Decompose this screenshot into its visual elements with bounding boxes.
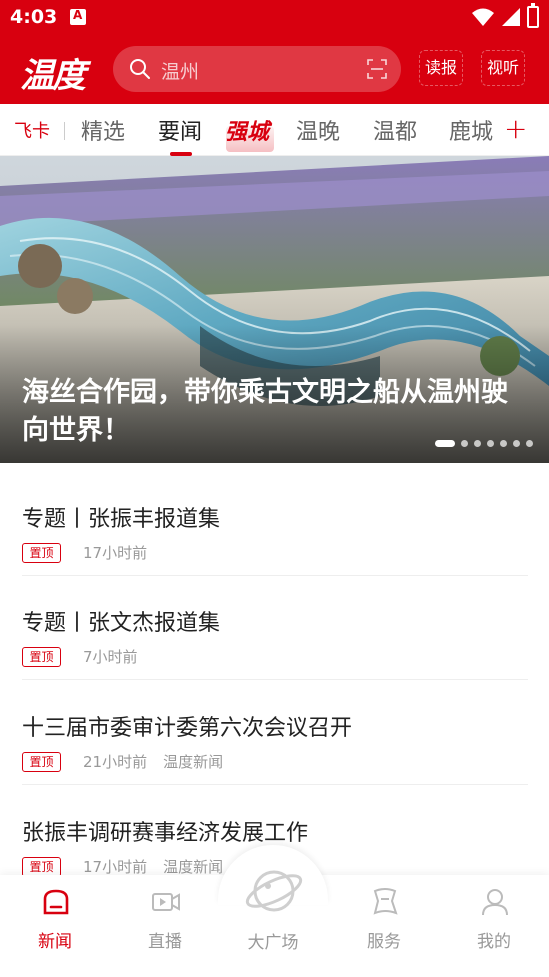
- planet-icon[interactable]: [243, 860, 305, 922]
- read-paper-button[interactable]: 读报: [419, 50, 463, 86]
- news-meta: 置顶 7小时前: [22, 646, 138, 667]
- pinned-badge: 置顶: [22, 751, 61, 772]
- news-item[interactable]: 专题丨张振丰报道集 置顶 17小时前: [22, 471, 528, 576]
- app-header: 温度 温州 读报 视听: [0, 36, 549, 104]
- signal-icon: [502, 8, 520, 26]
- bottom-navigation: 新闻 直播 大广场 服务 我的: [0, 845, 549, 977]
- search-icon: [130, 59, 150, 79]
- tab-wenwan[interactable]: 温晚: [296, 114, 340, 146]
- news-home-icon: [43, 889, 69, 915]
- user-icon: [482, 889, 508, 916]
- tab-qiangcheng[interactable]: 强城: [222, 112, 278, 152]
- status-icons: [471, 3, 539, 28]
- tab-yaowen[interactable]: 要闻: [158, 114, 202, 146]
- news-source: 温度新闻: [163, 753, 224, 771]
- news-meta: 置顶 21小时前 温度新闻: [22, 751, 223, 772]
- carousel-dot: [487, 440, 494, 447]
- carousel-indicator: [435, 440, 533, 447]
- news-title: 十三届市委审计委第六次会议召开: [22, 716, 353, 741]
- channel-tabs: 飞卡 精选 要闻 强城 温晚 温都 鹿城 +: [0, 104, 549, 156]
- carousel-dot: [474, 440, 481, 447]
- news-time: 17小时前: [83, 858, 148, 876]
- news-meta: 置顶 17小时前 温度新闻: [22, 856, 223, 877]
- pinned-badge: 置顶: [22, 542, 61, 563]
- news-title: 张振丰调研赛事经济发展工作: [22, 821, 309, 846]
- nav-plaza-label[interactable]: 大广场: [223, 928, 323, 953]
- pinned-badge: 置顶: [22, 856, 61, 877]
- news-time: 7小时前: [83, 648, 138, 666]
- qiangcheng-label: 强城: [225, 119, 270, 145]
- audio-video-button[interactable]: 视听: [481, 50, 525, 86]
- news-title: 专题丨张振丰报道集: [22, 507, 221, 532]
- tab-feika[interactable]: 飞卡: [14, 117, 50, 143]
- nav-service[interactable]: 服务: [334, 875, 434, 975]
- news-title: 专题丨张文杰报道集: [22, 611, 221, 636]
- hero-banner[interactable]: 海丝合作园，带你乘古文明之船从温州驶向世界！: [0, 156, 549, 463]
- status-time: 4:03: [10, 6, 58, 28]
- status-bar: 4:03: [0, 0, 549, 36]
- app-logo: 温度: [20, 56, 86, 96]
- battery-icon: [527, 3, 539, 28]
- video-icon: [152, 893, 180, 911]
- pinned-badge: 置顶: [22, 646, 61, 667]
- search-placeholder: 温州: [161, 61, 200, 83]
- hero-caption: 海丝合作园，带你乘古文明之船从温州驶向世界！: [22, 377, 508, 446]
- carousel-dot: [513, 440, 520, 447]
- wifi-icon: [472, 8, 494, 26]
- carousel-dot-active: [435, 440, 455, 447]
- tab-wendu[interactable]: 温都: [373, 114, 417, 146]
- nav-mine[interactable]: 我的: [444, 875, 544, 975]
- news-time: 21小时前: [83, 753, 148, 771]
- news-meta: 置顶 17小时前: [22, 542, 147, 563]
- add-channel-button[interactable]: +: [504, 112, 527, 145]
- news-source: 温度新闻: [163, 858, 224, 876]
- service-flag-icon: [373, 888, 398, 915]
- carousel-dot: [461, 440, 468, 447]
- nav-mine-label: 我的: [477, 932, 511, 952]
- tab-divider: [64, 122, 65, 140]
- nav-live-label: 直播: [148, 932, 182, 952]
- nav-service-label: 服务: [367, 932, 401, 952]
- news-item[interactable]: 十三届市委审计委第六次会议召开 置顶 21小时前 温度新闻: [22, 680, 528, 785]
- nav-news[interactable]: 新闻: [5, 875, 105, 975]
- nav-live[interactable]: 直播: [115, 875, 215, 975]
- tab-jingxuan[interactable]: 精选: [81, 114, 125, 146]
- carousel-dot: [526, 440, 533, 447]
- nav-news-label: 新闻: [38, 932, 72, 952]
- news-time: 17小时前: [83, 544, 148, 562]
- tab-lucheng[interactable]: 鹿城: [449, 114, 493, 146]
- notification-icon: [70, 8, 86, 25]
- search-input[interactable]: 温州: [113, 46, 401, 92]
- news-item[interactable]: 专题丨张文杰报道集 置顶 7小时前: [22, 575, 528, 680]
- scan-icon[interactable]: [367, 59, 387, 79]
- carousel-dot: [500, 440, 507, 447]
